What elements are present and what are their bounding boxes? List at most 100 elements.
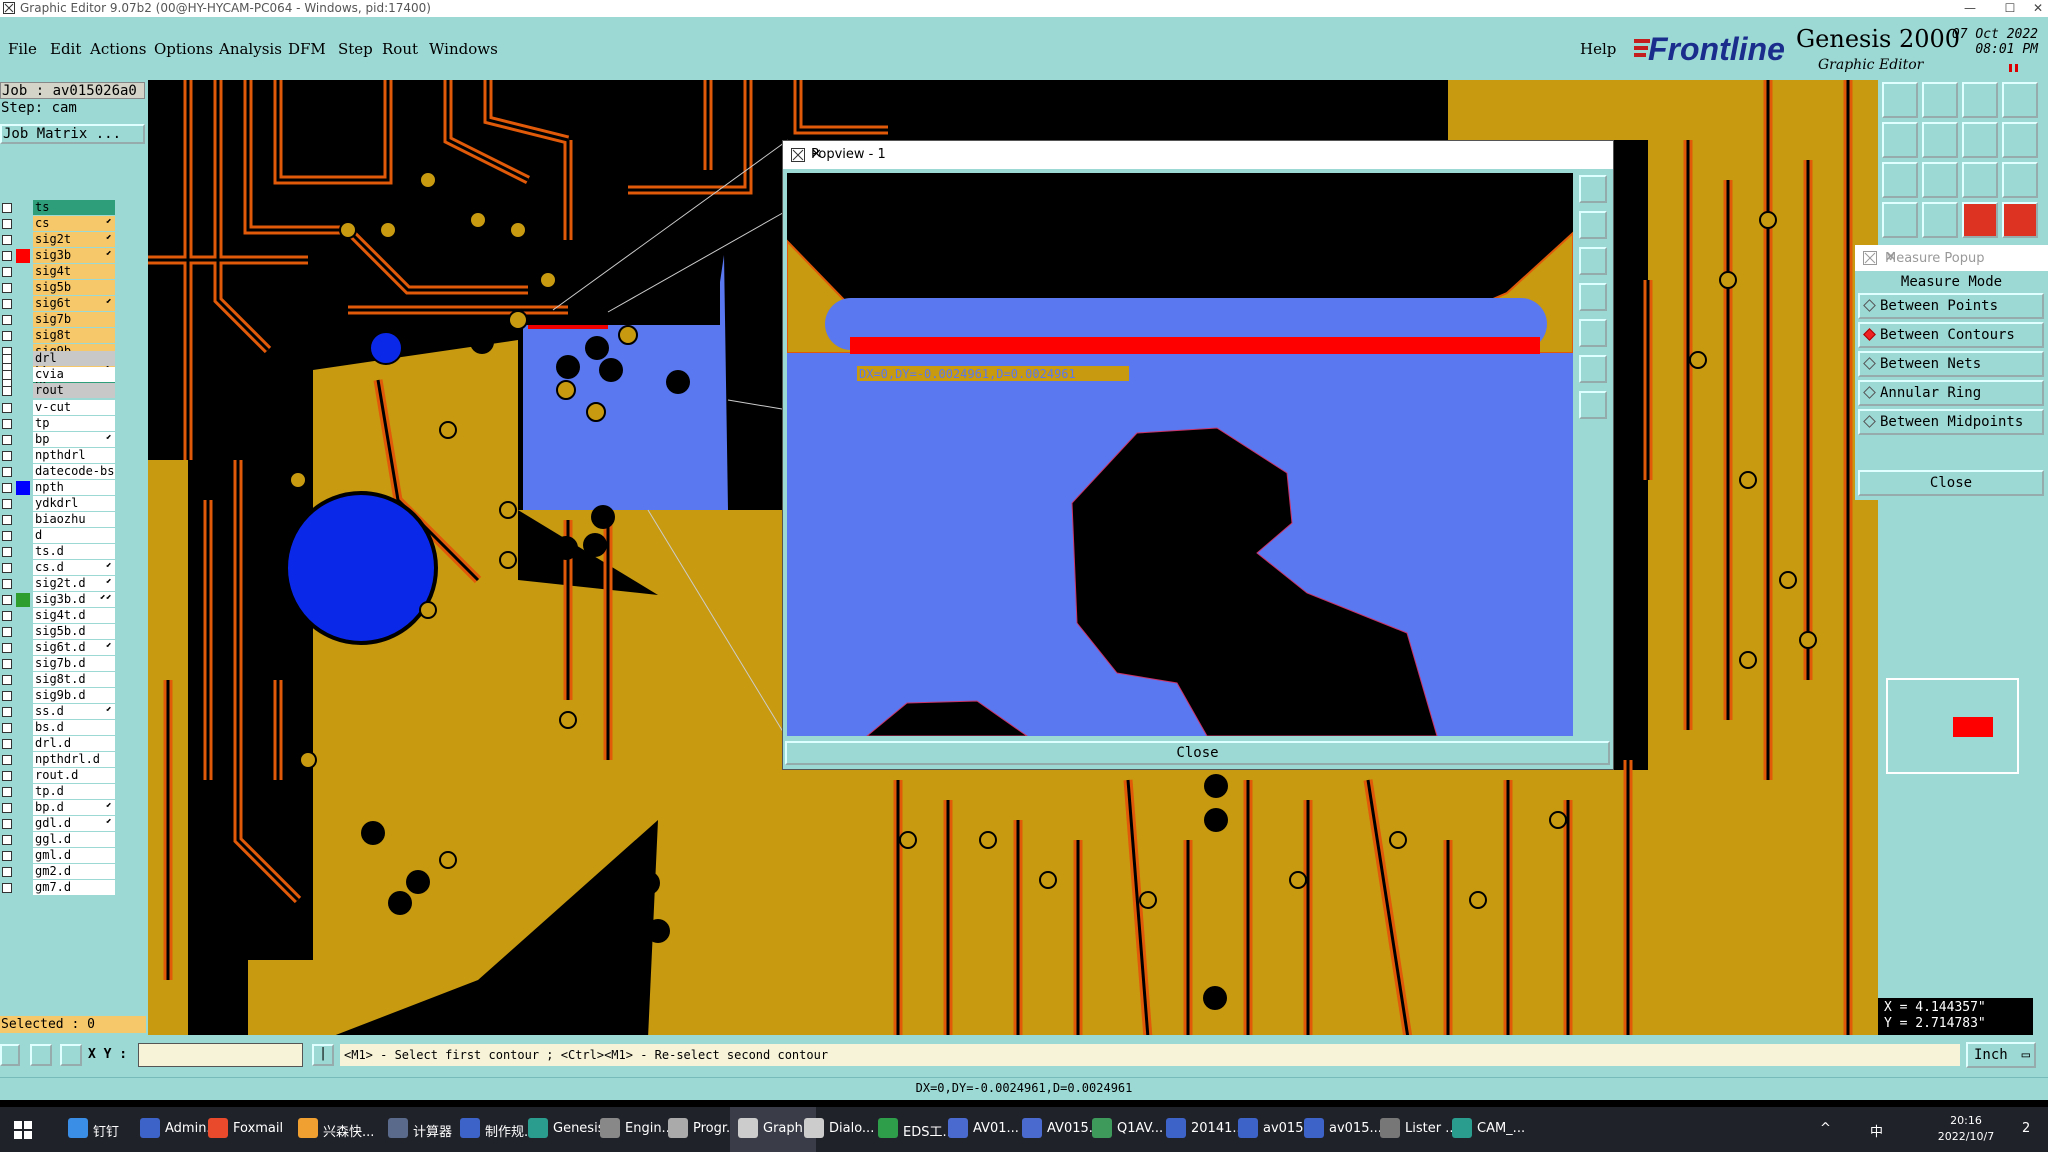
tool-left-icon[interactable]	[1882, 122, 1918, 158]
layer-checkbox[interactable]	[2, 851, 12, 861]
layer-checkbox[interactable]	[2, 515, 12, 525]
layer-checkbox[interactable]	[2, 499, 12, 509]
tool-layer-red2-icon[interactable]	[2002, 202, 2038, 238]
layer-checkbox[interactable]	[2, 643, 12, 653]
overview-minimap[interactable]	[1886, 678, 2019, 774]
layer-checkbox[interactable]	[2, 386, 12, 396]
taskbar-item[interactable]: 20141...	[1191, 1121, 1245, 1136]
layer-checkbox[interactable]	[2, 675, 12, 685]
pause-prompt-button[interactable]: |	[312, 1044, 334, 1066]
layer-checkbox[interactable]	[2, 883, 12, 893]
tool-measure-icon[interactable]	[1882, 202, 1918, 238]
layer-checkbox[interactable]	[2, 267, 12, 277]
layer-row-sig5b[interactable]: sig5b	[0, 280, 118, 296]
layer-row-gm2-d[interactable]: gm2.d	[0, 864, 118, 880]
select-mode-icon[interactable]	[0, 1044, 20, 1066]
layer-checkbox[interactable]	[2, 451, 12, 461]
popview-pan-up-button[interactable]	[1579, 247, 1607, 275]
layer-row-cvia[interactable]: cvia	[0, 367, 118, 383]
layer-row-sig5b-d[interactable]: sig5b.d	[0, 624, 118, 640]
layer-row-cs[interactable]: cs ⬋	[0, 216, 118, 232]
popview-close-icon[interactable]: ✕	[811, 147, 1601, 162]
layer-checkbox[interactable]	[2, 419, 12, 429]
tool-center-icon[interactable]	[1922, 162, 1958, 198]
layer-checkbox[interactable]	[2, 251, 12, 261]
popview-fit-button[interactable]	[1579, 355, 1607, 383]
taskbar-item[interactable]: Genesis	[553, 1121, 604, 1136]
mode-between-nets[interactable]: Between Nets	[1858, 351, 2044, 377]
layer-row-npthdrl-d[interactable]: npthdrl.d	[0, 752, 118, 768]
popview-pan-right-button[interactable]	[1579, 319, 1607, 347]
taskbar-item[interactable]: CAM_...	[1477, 1121, 1525, 1136]
taskbar-item[interactable]: Lister ...	[1405, 1121, 1458, 1136]
popview-zoom-in-button[interactable]	[1579, 175, 1607, 203]
close-icon[interactable]: ✕	[2018, 0, 2048, 17]
mode-between-midpoints[interactable]: Between Midpoints	[1858, 409, 2044, 435]
mode-between-contours[interactable]: Between Contours	[1858, 322, 2044, 348]
layer-row-sig6t-d[interactable]: sig6t.d ⬋	[0, 640, 118, 656]
layer-row-sig3b-d[interactable]: sig3b.d ⬋⬋	[0, 592, 118, 608]
layer-row-rout-d[interactable]: rout.d	[0, 768, 118, 784]
layer-row-v-cut[interactable]: v-cut	[0, 400, 118, 416]
taskbar-item[interactable]: Foxmail	[233, 1121, 283, 1136]
taskbar-item[interactable]: Q1AV...	[1117, 1121, 1163, 1136]
layer-checkbox[interactable]	[2, 659, 12, 669]
layer-row-sig8t[interactable]: sig8t	[0, 328, 118, 344]
snap-mode-icon[interactable]	[30, 1044, 52, 1066]
taskbar-item[interactable]: AV01...	[973, 1121, 1019, 1136]
layer-row-cs-d[interactable]: cs.d ⬋	[0, 560, 118, 576]
layer-row-sig7b-d[interactable]: sig7b.d	[0, 656, 118, 672]
layer-checkbox[interactable]	[2, 354, 12, 364]
layer-row-gdl-d[interactable]: gdl.d ⬋	[0, 816, 118, 832]
taskbar-item[interactable]: 钉钉	[93, 1121, 119, 1140]
layer-checkbox[interactable]	[2, 483, 12, 493]
layer-checkbox[interactable]	[2, 219, 12, 229]
popview-canvas[interactable]: DX=0,DY=-0.0024961,D=0.0024961	[787, 173, 1573, 736]
layer-checkbox[interactable]	[2, 547, 12, 557]
tool-right-icon[interactable]	[1922, 122, 1958, 158]
layer-row-ss-d[interactable]: ss.d ⬋	[0, 704, 118, 720]
minimize-icon[interactable]: —	[1950, 0, 1990, 17]
tool-save-icon[interactable]	[1922, 82, 1958, 118]
layer-checkbox[interactable]	[2, 467, 12, 477]
layer-row-npth[interactable]: npth	[0, 480, 118, 496]
layer-row-ts-d[interactable]: ts.d	[0, 544, 118, 560]
layer-row-datecode-bs[interactable]: datecode-bs	[0, 464, 118, 480]
layer-row-tp-d[interactable]: tp.d	[0, 784, 118, 800]
layer-checkbox[interactable]	[2, 803, 12, 813]
mode-between-points[interactable]: Between Points	[1858, 293, 2044, 319]
layer-row-npthdrl[interactable]: npthdrl	[0, 448, 118, 464]
layer-checkbox[interactable]	[2, 739, 12, 749]
layer-checkbox[interactable]	[2, 579, 12, 589]
layer-checkbox[interactable]	[2, 403, 12, 413]
popview-close-button[interactable]: Close	[785, 741, 1610, 765]
tool-help-icon[interactable]	[2002, 162, 2038, 198]
layer-row-sig4t[interactable]: sig4t	[0, 264, 118, 280]
menu-actions[interactable]: Actions	[90, 40, 146, 58]
layer-checkbox[interactable]	[2, 723, 12, 733]
layer-row-sig4t-d[interactable]: sig4t.d	[0, 608, 118, 624]
layer-row-bp-d[interactable]: bp.d ⬋	[0, 800, 118, 816]
layer-checkbox[interactable]	[2, 627, 12, 637]
ime-indicator[interactable]: 中	[1870, 1121, 1883, 1140]
layer-row-biaozhu[interactable]: biaozhu	[0, 512, 118, 528]
mode-annular-ring[interactable]: Annular Ring	[1858, 380, 2044, 406]
xy-input[interactable]	[138, 1043, 303, 1067]
layer-checkbox[interactable]	[2, 611, 12, 621]
tray-chevron-icon[interactable]: ^	[1820, 1121, 1831, 1136]
job-matrix-button[interactable]: Job Matrix ...	[0, 124, 145, 144]
layer-checkbox[interactable]	[2, 563, 12, 573]
layer-row-rout[interactable]: rout	[0, 383, 118, 399]
layer-row-tp[interactable]: tp	[0, 416, 118, 432]
menu-options[interactable]: Options	[154, 40, 213, 58]
tool-home-icon[interactable]	[1962, 82, 1998, 118]
layer-checkbox[interactable]	[2, 435, 12, 445]
layer-checkbox[interactable]	[2, 299, 12, 309]
tool-snap-icon[interactable]	[1922, 202, 1958, 238]
menu-rout[interactable]: Rout	[382, 40, 418, 58]
windows-start-icon[interactable]	[14, 1121, 32, 1139]
layer-row-sig2t-d[interactable]: sig2t.d ⬋	[0, 576, 118, 592]
popview-zoom-out-button[interactable]	[1579, 211, 1607, 239]
layer-row-sig8t-d[interactable]: sig8t.d	[0, 672, 118, 688]
layer-checkbox[interactable]	[2, 370, 12, 380]
